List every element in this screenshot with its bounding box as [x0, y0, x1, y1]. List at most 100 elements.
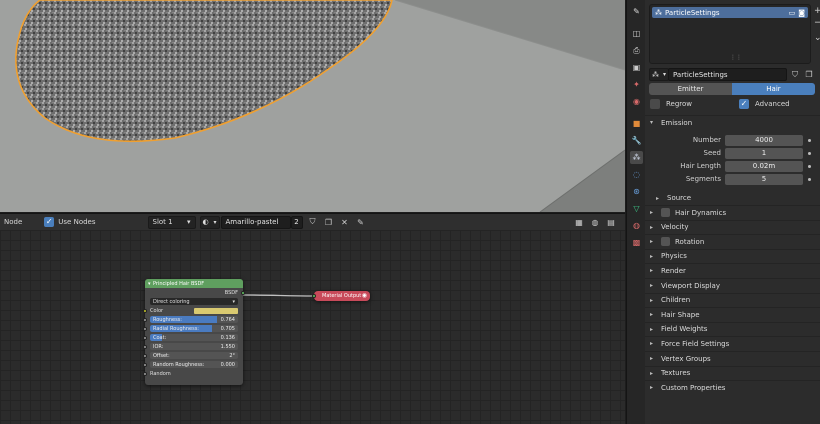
slot-dropdown[interactable]: Slot 1 ▾ [147, 215, 196, 229]
remove-icon[interactable]: − [814, 18, 820, 28]
panel-hair-dynamics[interactable]: ▸ Hair Dynamics [645, 205, 820, 219]
pin-icon[interactable]: ✎ [355, 216, 367, 228]
panel-hair-shape[interactable]: ▸ Hair Shape [645, 307, 820, 321]
modifier-tab-icon[interactable]: 🔧 [630, 134, 643, 147]
monitor-icon[interactable]: ▭ [789, 9, 796, 17]
collapsed-arrow-icon: ▸ [650, 252, 654, 260]
particle-settings-name-field[interactable]: ParticleSettings [668, 68, 787, 81]
input-socket[interactable] [143, 353, 147, 358]
close-icon[interactable]: ✕ [339, 216, 351, 228]
keyframe-dot-icon[interactable] [808, 151, 811, 155]
bsdf-value-slider[interactable]: IOR: 1.550 [150, 343, 238, 350]
advanced-checkbox[interactable]: ✓ [739, 99, 749, 109]
particles-tab-icon[interactable]: ⁂ [630, 151, 643, 164]
layout-icon[interactable]: ▤ [605, 216, 617, 228]
coloring-dropdown[interactable]: Direct coloring ▾ [150, 298, 238, 305]
input-socket[interactable] [143, 335, 147, 340]
panel-velocity[interactable]: ▸ Velocity [645, 219, 820, 234]
input-socket[interactable] [143, 326, 147, 331]
bsdf-value-slider[interactable]: Radial Roughness: 0.705 [150, 325, 238, 332]
particle-system-list[interactable]: ⁂ ParticleSettings ▭ ◙ ⋮⋮ [649, 4, 811, 64]
panel-textures[interactable]: ▸ Textures [645, 365, 820, 380]
panel-emission[interactable]: ▾ Emission [645, 115, 820, 129]
render-tab-icon[interactable]: ◫ [630, 27, 643, 40]
node-options-icon[interactable]: ◉ [362, 292, 367, 299]
panel-enable-checkbox[interactable] [661, 208, 670, 217]
overlay-icon[interactable]: ◍ [589, 216, 601, 228]
panel-force-field-settings[interactable]: ▸ Force Field Settings [645, 336, 820, 350]
emission-row-value[interactable]: 0.02m [725, 160, 803, 172]
panel-viewport-display[interactable]: ▸ Viewport Display [645, 278, 820, 292]
list-resize-handle[interactable]: ⋮⋮ [730, 54, 742, 61]
node-canvas[interactable]: ▾ Principled Hair BSDF BSDF Direct color… [0, 230, 625, 424]
bsdf-value-slider[interactable]: Coat: 0.136 [150, 334, 238, 341]
input-socket[interactable] [143, 317, 147, 322]
input-socket[interactable] [143, 362, 147, 367]
material-output-node[interactable]: Material Output ◉ [312, 291, 370, 301]
world-tab-icon[interactable]: ◉ [630, 95, 643, 108]
view-layer-tab-icon[interactable]: ▣ [630, 61, 643, 74]
regrow-option[interactable]: Regrow [650, 99, 692, 109]
physics-tab-icon[interactable]: ◌ [630, 168, 643, 181]
bsdf-output-socket[interactable] [241, 290, 245, 295]
color-input-socket[interactable] [143, 308, 147, 313]
emission-row: Number 4000 [645, 134, 820, 146]
tab-hair[interactable]: Hair [732, 83, 815, 95]
scene-tab-icon[interactable]: ✦ [630, 78, 643, 91]
panel-label: Viewport Display [661, 281, 720, 290]
duplicate-icon[interactable]: ❐ [803, 69, 815, 81]
material-browse-button[interactable]: ◐ ▾ [199, 215, 220, 229]
node-menu[interactable]: Node [4, 218, 22, 226]
tool-tab-icon[interactable]: ✎ [630, 5, 643, 18]
tab-emitter[interactable]: Emitter [649, 83, 732, 95]
bsdf-value-slider[interactable]: Offset: 2° [150, 352, 238, 359]
regrow-checkbox[interactable] [650, 99, 660, 109]
panel-physics[interactable]: ▸ Physics [645, 248, 820, 263]
material-name-field[interactable]: Amarillo-pastel [220, 215, 291, 229]
camera-icon[interactable]: ◙ [798, 9, 805, 17]
bsdf-value-slider[interactable]: Roughness: 0.764 [150, 316, 238, 323]
fake-user-shield-icon[interactable]: ⛉ [789, 69, 801, 81]
output-tab-icon[interactable]: ⎙ [630, 44, 643, 57]
subpanel-source[interactable]: ▸ Source [645, 191, 820, 205]
collapse-arrow-icon[interactable]: ▾ [148, 281, 151, 287]
add-icon[interactable]: + [814, 6, 820, 16]
panel-enable-checkbox[interactable] [661, 237, 670, 247]
panel-rotation[interactable]: ▸ Rotation [645, 234, 820, 248]
input-socket[interactable] [143, 344, 147, 349]
keyframe-dot-icon[interactable] [808, 164, 811, 168]
emission-row-value[interactable]: 1 [725, 147, 803, 159]
panel-render[interactable]: ▸ Render [645, 263, 820, 277]
bsdf-value-slider[interactable]: Random Roughness: 0.000 [150, 361, 238, 368]
keyframe-dot-icon[interactable] [808, 177, 811, 181]
advanced-option[interactable]: ✓ Advanced [739, 99, 790, 109]
surface-input-socket[interactable] [312, 294, 316, 298]
constraints-tab-icon[interactable]: ⊛ [630, 185, 643, 198]
panel-field-weights[interactable]: ▸ Field Weights [645, 321, 820, 336]
texture-tab-icon[interactable]: ▩ [630, 236, 643, 249]
bsdf-fields: Roughness: 0.764 Radial Roughness: 0.705 Coa… [143, 315, 243, 369]
particle-system-item[interactable]: ⁂ ParticleSettings ▭ ◙ [652, 7, 808, 18]
material-tab-icon[interactable]: ◍ [630, 219, 643, 232]
node-title[interactable]: ▾ Principled Hair BSDF [145, 279, 243, 288]
emission-row-value[interactable]: 5 [725, 173, 803, 185]
fake-user-shield-icon[interactable]: ⛉ [307, 216, 319, 228]
snapping-icon[interactable]: ▦ [573, 216, 585, 228]
principled-hair-bsdf-node[interactable]: ▾ Principled Hair BSDF BSDF Direct color… [143, 279, 245, 385]
random-input-socket[interactable] [143, 371, 147, 376]
bsdf-field-label: Coat: [153, 334, 167, 341]
particle-settings-browse[interactable]: ⁂ ▾ [649, 68, 669, 81]
panel-children[interactable]: ▸ Children [645, 292, 820, 307]
panel-vertex-groups[interactable]: ▸ Vertex Groups [645, 351, 820, 365]
3d-viewport[interactable] [0, 0, 625, 212]
use-nodes-checkbox[interactable]: ✓ [44, 217, 55, 227]
emission-row-value[interactable]: 4000 [725, 134, 803, 146]
specials-chevron-icon[interactable]: ⌄ [814, 33, 820, 43]
panel-custom-properties[interactable]: ▸ Custom Properties [645, 380, 820, 394]
object-data-tab-icon[interactable]: ▽ [630, 202, 643, 215]
material-users-count[interactable]: 2 [290, 215, 303, 229]
color-swatch[interactable] [194, 307, 238, 314]
object-tab-icon[interactable]: ■ [630, 117, 643, 130]
keyframe-dot-icon[interactable] [808, 138, 811, 142]
duplicate-icon[interactable]: ❐ [323, 216, 335, 228]
